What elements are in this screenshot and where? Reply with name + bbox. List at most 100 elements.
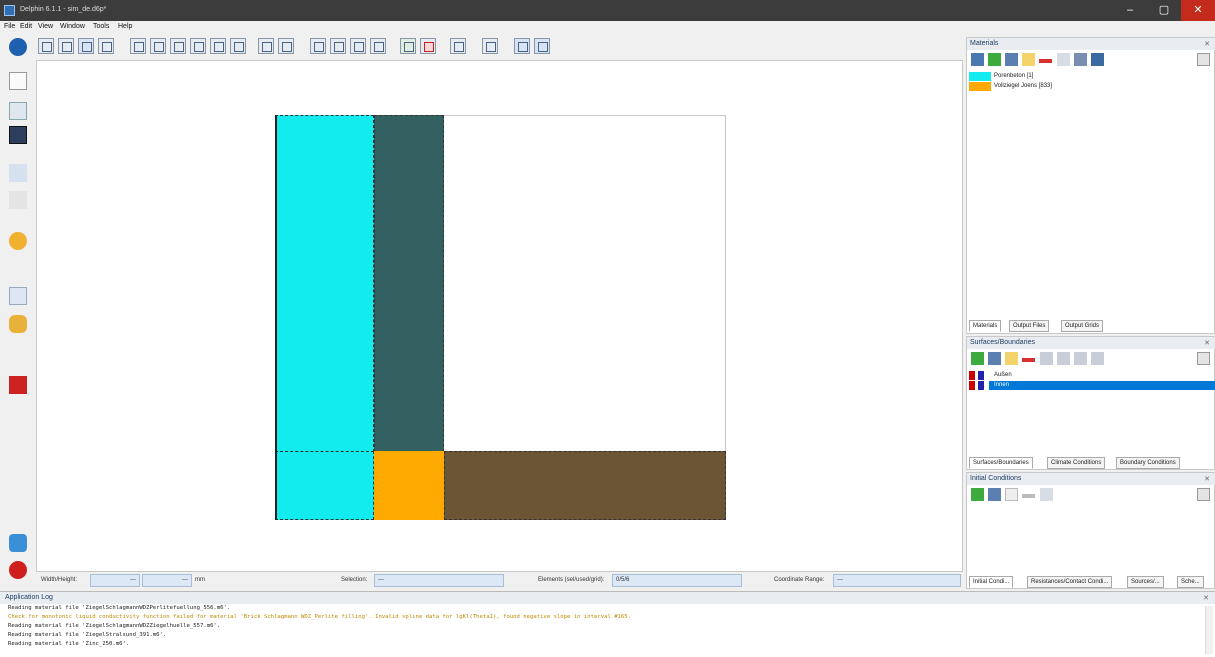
material-item[interactable]: Vollziegel Joens [833] [969,82,1215,91]
minimize-button[interactable]: – [1113,0,1147,21]
chat-icon[interactable] [9,534,27,552]
grid-lines-icon[interactable] [38,38,54,54]
panel-close-icon[interactable]: ✕ [1204,475,1210,483]
add-icon[interactable] [971,352,984,365]
selection-field[interactable]: --- [374,574,504,587]
split-vertical-icon[interactable] [150,38,166,54]
view-3d-icon[interactable] [482,38,498,54]
boundary-item-selected[interactable]: Innen [969,381,1215,390]
material-region-vollziegel[interactable] [374,451,444,520]
redo-icon[interactable] [9,191,27,209]
assign-bottom-icon[interactable] [1091,352,1104,365]
copy-icon[interactable] [1022,53,1035,66]
remove-icon[interactable] [1022,494,1035,498]
palette-icon[interactable] [9,232,27,250]
material-region-brown[interactable] [444,451,726,520]
assign-cells-icon[interactable] [190,38,206,54]
grid-density-icon[interactable] [350,38,366,54]
split-horizontal-icon[interactable] [130,38,146,54]
edit-icon[interactable] [988,352,1001,365]
grid-refine-icon[interactable] [310,38,326,54]
material-region-porenbeton-bottom[interactable] [275,451,374,520]
material-label: Porenbeton [1] [994,73,1034,79]
grid-coarse-icon[interactable] [330,38,346,54]
log-scrollbar[interactable] [1205,606,1213,654]
tab-initial-conditions[interactable]: Initial Condi... [969,576,1014,588]
construction-canvas[interactable] [36,60,963,572]
mirror-vertical-icon[interactable] [258,38,274,54]
export-icon[interactable] [450,38,466,54]
undo-icon[interactable] [9,164,27,182]
database-edit-icon[interactable] [1091,53,1104,66]
menu-file[interactable]: File [4,23,15,30]
mirror-horizontal-icon[interactable] [278,38,294,54]
grid-fine-icon[interactable] [78,38,94,54]
copy-icon[interactable] [1005,488,1018,501]
remove-icon[interactable] [1022,358,1035,362]
replace-icon[interactable] [1074,53,1087,66]
material-color-swatch [969,72,991,81]
panel-close-icon[interactable]: ✕ [1204,40,1210,48]
panel-close-icon[interactable]: ✕ [1204,339,1210,347]
coordinate-range-field[interactable]: --- [833,574,961,587]
menu-edit[interactable]: Edit [20,23,32,30]
eraser-icon[interactable] [230,38,246,54]
database-icon[interactable] [971,53,984,66]
color-edit-icon[interactable] [1197,53,1210,66]
database-icon[interactable] [514,38,530,54]
height-field[interactable]: --- [142,574,192,587]
add-icon[interactable] [971,488,984,501]
database-edit-icon[interactable] [534,38,550,54]
remove-icon[interactable] [1039,59,1052,63]
assign-top-icon[interactable] [1057,352,1070,365]
merge-cells-icon[interactable] [170,38,186,54]
list-icon[interactable] [1057,53,1070,66]
save-icon[interactable] [9,126,27,144]
material-item[interactable]: Porenbeton [1] [969,72,1215,81]
material-region-teal[interactable] [374,115,444,452]
copy-icon[interactable] [1005,352,1018,365]
material-region-porenbeton[interactable] [275,115,374,452]
menu-tools[interactable]: Tools [93,23,109,30]
elements-field[interactable]: 0/5/6 [612,574,742,587]
info-icon[interactable] [9,38,27,56]
list-icon[interactable] [1040,488,1053,501]
tab-output-files[interactable]: Output Files [1009,320,1050,332]
tab-surfaces-boundaries[interactable]: Surfaces/Boundaries [969,457,1033,469]
color-edit-icon[interactable] [1197,488,1210,501]
stop-icon[interactable] [9,376,27,394]
tab-materials[interactable]: Materials [969,320,1002,332]
tab-schedules[interactable]: Sche... [1177,576,1204,588]
menu-view[interactable]: View [38,23,53,30]
view-mode-icon[interactable] [9,287,27,305]
menu-window[interactable]: Window [60,23,85,30]
new-file-icon[interactable] [9,72,27,90]
maximize-button[interactable]: ▢ [1147,0,1181,21]
grid-view-icon[interactable] [58,38,74,54]
brush-icon[interactable] [210,38,226,54]
delete-assignment-icon[interactable] [420,38,436,54]
selection-label: Selection: [341,577,368,583]
close-button[interactable]: ✕ [1181,0,1215,21]
grid-equidistant-icon[interactable] [370,38,386,54]
tab-climate-conditions[interactable]: Climate Conditions [1047,457,1106,469]
add-icon[interactable] [988,53,1001,66]
menu-help[interactable]: Help [118,23,132,30]
frame-view-icon[interactable] [98,38,114,54]
tab-output-grids[interactable]: Output Grids [1061,320,1104,332]
power-icon[interactable] [9,561,27,579]
edit-icon[interactable] [1005,53,1018,66]
open-file-icon[interactable] [9,102,27,120]
tab-boundary-conditions[interactable]: Boundary Conditions [1116,457,1180,469]
tab-sources[interactable]: Sources/... [1127,576,1164,588]
width-field[interactable]: --- [90,574,140,587]
settings-gear-icon[interactable] [9,315,27,333]
color-edit-icon[interactable] [1197,352,1210,365]
assign-left-icon[interactable] [1040,352,1053,365]
panel-close-icon[interactable]: ✕ [1203,594,1209,602]
assign-right-icon[interactable] [1074,352,1087,365]
tab-resistances[interactable]: Resistances/Contact Condi... [1027,576,1113,588]
edit-icon[interactable] [988,488,1001,501]
boundary-item[interactable]: Außen [969,371,1215,380]
add-assignment-icon[interactable] [400,38,416,54]
